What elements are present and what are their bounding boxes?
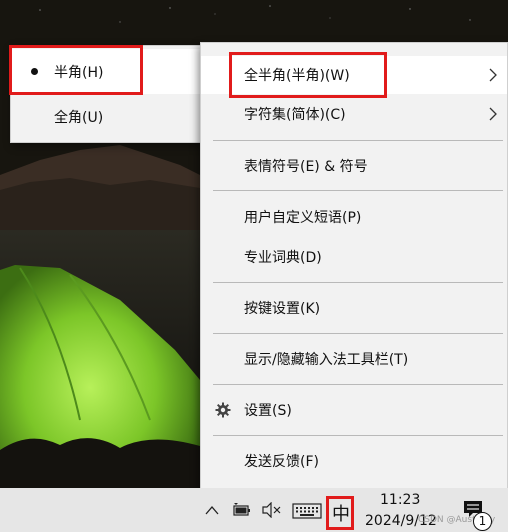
clock-time[interactable]: 11:23 (380, 492, 420, 508)
ime-context-menu: 全半角(半角)(W) 字符集(简体)(C) 表情符号(E) & 符号 用户自定义… (200, 42, 508, 490)
menu-item-settings[interactable]: 设置(S) (201, 391, 507, 429)
highlight-box-halfwidth (9, 45, 143, 95)
menu-separator (213, 140, 503, 141)
volume-muted-icon[interactable] (261, 502, 283, 518)
menu-item-label: 显示/隐藏输入法工具栏(T) (244, 352, 409, 368)
chevron-right-icon (489, 107, 497, 121)
menu-item-label: 设置(S) (244, 403, 292, 419)
menu-item-toggle-toolbar[interactable]: 显示/隐藏输入法工具栏(T) (201, 340, 507, 378)
menu-separator (213, 384, 503, 385)
notification-count-badge: 1 (473, 512, 492, 531)
menu-item-label: 按键设置(K) (244, 301, 321, 317)
keyboard-icon[interactable] (292, 503, 322, 519)
menu-item-user-phrases[interactable]: 用户自定义短语(P) (201, 198, 507, 236)
chevron-up-icon[interactable] (205, 504, 219, 516)
menu-separator (213, 333, 503, 334)
chevron-right-icon (489, 68, 497, 82)
menu-item-label: 专业词典(D) (244, 250, 322, 266)
menu-item-label: 用户自定义短语(P) (244, 210, 362, 226)
taskbar: 中 11:23 2024/9/12 CSDN @Aust...gy 1 (0, 488, 508, 532)
highlight-box-width-mode (229, 52, 387, 98)
menu-item-label: 表情符号(E) & 符号 (244, 159, 368, 175)
menu-item-emoji-symbols[interactable]: 表情符号(E) & 符号 (201, 147, 507, 185)
menu-item-label: 发送反馈(F) (244, 454, 319, 470)
menu-item-key-settings[interactable]: 按键设置(K) (201, 289, 507, 327)
menu-item-charset[interactable]: 字符集(简体)(C) (201, 95, 507, 133)
menu-item-dictionary[interactable]: 专业词典(D) (201, 238, 507, 276)
menu-separator (213, 435, 503, 436)
menu-separator (213, 282, 503, 283)
menu-item-feedback[interactable]: 发送反馈(F) (201, 442, 507, 480)
battery-icon[interactable] (232, 502, 252, 518)
gear-icon (215, 402, 231, 418)
submenu-item-fullwidth[interactable]: 全角(U) (11, 94, 202, 139)
submenu-item-label: 全角(U) (54, 109, 104, 126)
highlight-box-ime (326, 496, 354, 530)
menu-separator (213, 190, 503, 191)
menu-item-label: 字符集(简体)(C) (244, 107, 346, 123)
